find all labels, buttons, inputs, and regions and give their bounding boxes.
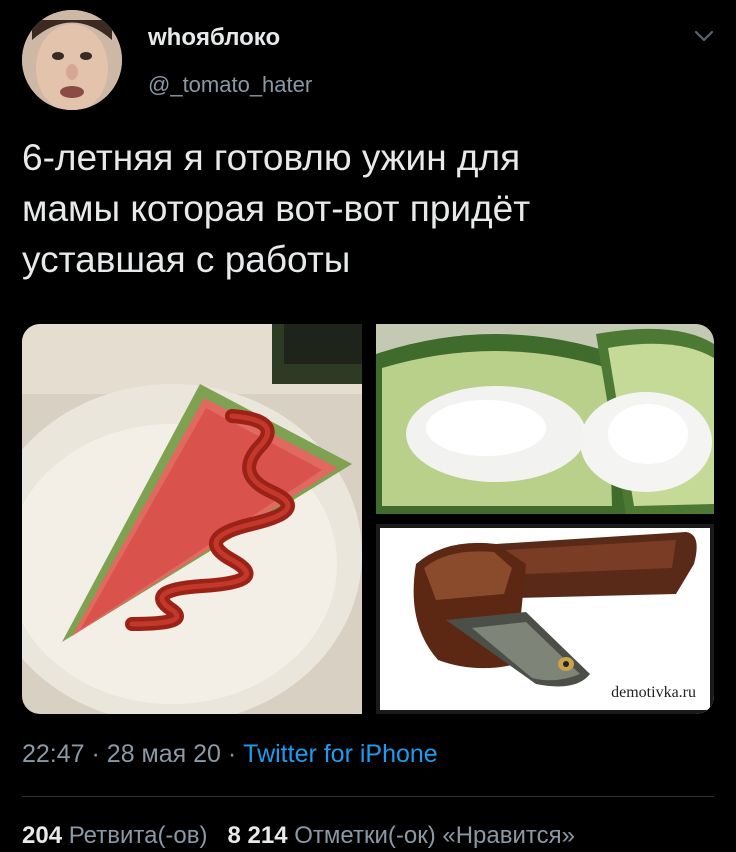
meta-separator: · [227,740,237,768]
divider [22,796,714,797]
retweets-count: 204 [22,822,63,849]
tweet-stats: 204 Ретвита(-ов) 8 214 Отметки(-ок) «Нра… [22,822,575,850]
cucumber-sugar-image [376,324,714,514]
likes-count: 8 214 [227,822,288,849]
photo-chocolate-fish[interactable]: demotivka.ru [376,524,714,714]
avatar[interactable] [22,10,122,110]
tweet-date[interactable]: 28 мая 20 [107,740,221,768]
watermelon-ketchup-image [22,324,362,714]
chevron-down-icon[interactable] [690,22,718,50]
author-display-name[interactable]: whoяблоко [148,24,280,52]
tweet-source-link[interactable]: Twitter for iPhone [243,740,438,768]
likes-stat[interactable]: 8 214 Отметки(-ок) «Нравится» [228,822,575,849]
tweet-text: 6-летняя я готовлю ужин для мамы которая… [22,137,531,280]
photo-watermark: demotivka.ru [611,684,696,701]
photo-watermelon-ketchup[interactable] [22,324,362,714]
likes-label: Отметки(-ок) «Нравится» [294,822,575,849]
photo-cucumber-sugar[interactable] [376,324,714,514]
retweets-stat[interactable]: 204 Ретвита(-ов) [22,822,208,849]
meta-separator: · [91,740,100,768]
author-handle[interactable]: @_tomato_hater [148,72,312,98]
media-grid: demotivka.ru [22,324,714,714]
tweet-time[interactable]: 22:47 [22,740,85,768]
tweet-meta: 22:47 · 28 мая 20 · Twitter for iPhone [22,740,438,769]
profile-photo-icon [22,10,122,110]
retweets-label: Ретвита(-ов) [68,822,208,849]
